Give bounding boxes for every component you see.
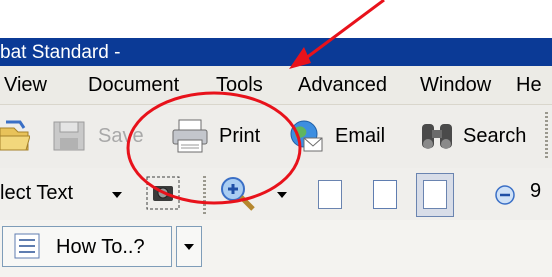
menu-tools[interactable]: Tools bbox=[216, 74, 263, 97]
zoom-value[interactable]: 9 bbox=[530, 180, 541, 203]
chevron-down-icon bbox=[184, 244, 194, 250]
menu-help[interactable]: He bbox=[516, 74, 542, 97]
menu-window[interactable]: Window bbox=[420, 74, 491, 97]
actual-size-page-icon[interactable] bbox=[318, 180, 342, 209]
howto-label: How To..? bbox=[56, 236, 145, 258]
menu-document[interactable]: Document bbox=[88, 74, 179, 97]
binoculars-icon[interactable] bbox=[418, 118, 458, 154]
tools-toolbar bbox=[0, 168, 552, 221]
search-button[interactable]: Search bbox=[463, 125, 526, 148]
email-icon[interactable] bbox=[286, 118, 326, 154]
toolbar-separator bbox=[203, 176, 206, 214]
window-title: bat Standard - bbox=[0, 42, 121, 63]
menu-view[interactable]: View bbox=[4, 74, 47, 97]
menu-advanced[interactable]: Advanced bbox=[298, 74, 387, 97]
email-button[interactable]: Email bbox=[335, 125, 385, 148]
fit-page-icon[interactable] bbox=[373, 180, 397, 209]
snapshot-camera-icon[interactable] bbox=[146, 176, 180, 210]
zoom-in-icon[interactable] bbox=[218, 174, 258, 214]
open-folder-icon[interactable] bbox=[0, 118, 30, 152]
save-button[interactable]: Save bbox=[98, 125, 144, 148]
howto-list-icon bbox=[14, 233, 40, 259]
zoom-out-icon[interactable] bbox=[494, 184, 516, 206]
printer-icon[interactable] bbox=[170, 118, 210, 154]
zoom-dropdown-icon[interactable] bbox=[277, 192, 287, 198]
print-button[interactable]: Print bbox=[219, 125, 260, 148]
select-tool-dropdown-icon[interactable] bbox=[112, 192, 122, 198]
save-icon[interactable] bbox=[52, 120, 86, 152]
fit-width-page-icon bbox=[423, 180, 447, 209]
select-text-tool[interactable]: lect Text bbox=[0, 182, 73, 205]
toolbar-grip[interactable] bbox=[545, 112, 548, 160]
